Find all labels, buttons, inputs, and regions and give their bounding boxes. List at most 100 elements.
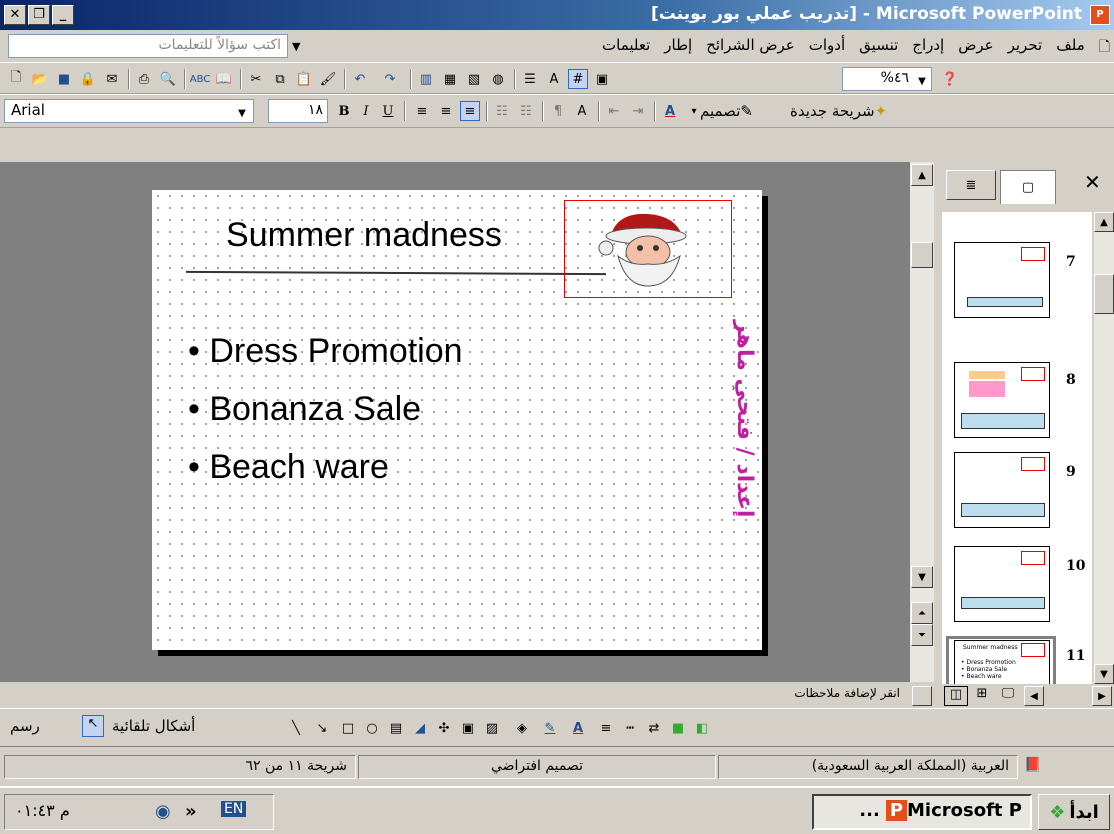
font-select[interactable]: Arial bbox=[4, 99, 254, 123]
scroll-up-button[interactable]: ▲ bbox=[1094, 212, 1114, 232]
fill-color-icon[interactable]: ◈ bbox=[512, 718, 532, 738]
slides-tab[interactable]: ▢ bbox=[1000, 170, 1056, 204]
new-slide-button[interactable]: ✦شريحة جديدة bbox=[790, 102, 887, 120]
input-language[interactable]: EN bbox=[221, 801, 247, 817]
underline-button[interactable]: U bbox=[378, 101, 398, 121]
select-objects-icon[interactable]: ↖ bbox=[82, 715, 104, 737]
permission-icon[interactable]: 🔒 bbox=[78, 69, 98, 89]
restore-button[interactable]: ❐ bbox=[28, 5, 50, 25]
next-slide-button[interactable]: ⏷ bbox=[911, 624, 933, 646]
ask-question-input[interactable]: اكتب سؤالاً للتعليمات bbox=[8, 34, 288, 58]
previous-slide-button[interactable]: ⏶ bbox=[911, 602, 933, 624]
slideshow-icon[interactable]: 🖵 bbox=[996, 686, 1020, 706]
help-icon[interactable]: ❓ bbox=[940, 69, 960, 89]
menu-slideshow[interactable]: عرض الشرائح bbox=[706, 36, 795, 60]
diagram-icon[interactable]: ✣ bbox=[434, 718, 454, 738]
align-center-icon[interactable]: ≡ bbox=[436, 101, 456, 121]
network-icon[interactable]: ◉ bbox=[155, 801, 171, 822]
cut-icon[interactable]: ✂ bbox=[246, 69, 266, 89]
powerpoint-icon[interactable]: P bbox=[1090, 5, 1110, 25]
doc-icon[interactable]: 🗋 bbox=[1099, 36, 1110, 60]
undo-icon[interactable]: ↶ bbox=[350, 69, 370, 89]
bullet-item[interactable]: • Beach ware bbox=[188, 448, 389, 487]
chevron-down-icon[interactable]: ▼ bbox=[292, 40, 300, 53]
menu-help[interactable]: تعليمات bbox=[602, 36, 650, 60]
bullets-icon[interactable]: ☷ bbox=[516, 101, 536, 121]
draw-menu[interactable]: رسم bbox=[10, 717, 40, 735]
scroll-thumb[interactable] bbox=[1094, 274, 1114, 314]
email-icon[interactable]: ✉ bbox=[102, 69, 122, 89]
increase-font-icon[interactable]: A bbox=[572, 101, 592, 121]
line-icon[interactable]: ╲ bbox=[286, 718, 306, 738]
menu-window[interactable]: إطار bbox=[664, 36, 692, 60]
new-icon[interactable]: 🗋 bbox=[6, 69, 26, 89]
thumbnail-slide-8[interactable] bbox=[954, 362, 1050, 438]
save-icon[interactable]: ■ bbox=[54, 69, 74, 89]
scroll-thumb[interactable] bbox=[911, 242, 933, 268]
normal-view-icon[interactable]: ◫ bbox=[944, 686, 968, 706]
italic-button[interactable]: I bbox=[356, 101, 376, 121]
show-formatting-icon[interactable]: A bbox=[544, 69, 564, 89]
clock[interactable]: م ٠١:٤٣ bbox=[15, 801, 70, 820]
tables-borders-icon[interactable]: ▧ bbox=[464, 69, 484, 89]
numbering-icon[interactable]: ☷ bbox=[492, 101, 512, 121]
scroll-left-button[interactable]: ◀ bbox=[1024, 686, 1044, 706]
insert-diagram-icon[interactable]: ◍ bbox=[488, 69, 508, 89]
scroll-right-button[interactable]: ▶ bbox=[1092, 686, 1112, 706]
chevron-down-icon[interactable]: ▼ bbox=[912, 71, 932, 91]
research-icon[interactable]: 📖 bbox=[214, 69, 234, 89]
menu-file[interactable]: ملف bbox=[1056, 36, 1085, 60]
rectangle-icon[interactable]: □ bbox=[338, 718, 358, 738]
print-icon[interactable]: ⎙ bbox=[134, 69, 154, 89]
open-icon[interactable]: 📂 bbox=[30, 69, 50, 89]
slide-title[interactable]: Summer madness bbox=[226, 216, 502, 255]
wordart-icon[interactable]: ◢ bbox=[410, 718, 430, 738]
outline-tab[interactable]: ≣ bbox=[946, 170, 996, 200]
font-size-select[interactable]: ١٨ bbox=[268, 99, 328, 123]
oval-icon[interactable]: ○ bbox=[362, 718, 382, 738]
menu-tools[interactable]: أدوات bbox=[809, 36, 845, 60]
align-right-icon[interactable]: ≡ bbox=[460, 101, 480, 121]
taskbar-powerpoint[interactable]: PMicrosoft P... bbox=[812, 794, 1032, 830]
line-style-icon[interactable]: ≡ bbox=[596, 718, 616, 738]
bold-button[interactable]: B bbox=[334, 101, 354, 121]
clipart-icon[interactable]: ▣ bbox=[458, 718, 478, 738]
picture-icon[interactable]: ▨ bbox=[482, 718, 502, 738]
expand-all-icon[interactable]: ☰ bbox=[520, 69, 540, 89]
author-vertical-text[interactable]: إعداد / فتحي ماهر bbox=[732, 320, 757, 517]
rtl-icon[interactable]: ¶ bbox=[548, 101, 568, 121]
bullet-item[interactable]: • Dress Promotion bbox=[188, 332, 463, 371]
format-painter-icon[interactable]: 🖌 bbox=[318, 69, 338, 89]
dash-style-icon[interactable]: ┅ bbox=[620, 718, 640, 738]
redo-icon[interactable]: ↷ bbox=[380, 69, 400, 89]
autoshapes-menu[interactable]: أشكال تلقائية bbox=[112, 717, 195, 735]
scroll-down-button[interactable]: ▼ bbox=[1094, 664, 1114, 684]
slide-sorter-icon[interactable]: ⊞ bbox=[970, 686, 994, 706]
menu-format[interactable]: تنسيق bbox=[859, 36, 898, 60]
scroll-down-button[interactable]: ▼ bbox=[911, 566, 933, 588]
shadow-icon[interactable]: ■ bbox=[668, 718, 688, 738]
paste-icon[interactable]: 📋 bbox=[294, 69, 314, 89]
scroll-up-button[interactable]: ▲ bbox=[911, 164, 933, 186]
minimize-button[interactable]: _ bbox=[52, 5, 74, 25]
show-hidden-icons[interactable]: » bbox=[185, 801, 197, 822]
increase-indent-icon[interactable]: ⇥ bbox=[628, 101, 648, 121]
close-button[interactable]: ✕ bbox=[4, 5, 26, 25]
menu-view[interactable]: عرض bbox=[958, 36, 993, 60]
menu-edit[interactable]: تحرير bbox=[1008, 36, 1043, 60]
align-left-icon[interactable]: ≡ bbox=[412, 101, 432, 121]
chevron-down-icon[interactable]: ▼ bbox=[232, 103, 252, 123]
insert-chart-icon[interactable]: ▥ bbox=[416, 69, 436, 89]
textbox-icon[interactable]: ▤ bbox=[386, 718, 406, 738]
pane-scrollbar[interactable]: ▲ ▼ bbox=[1094, 212, 1114, 684]
arrow-style-icon[interactable]: ⇄ bbox=[644, 718, 664, 738]
spelling-icon[interactable]: ABC bbox=[190, 69, 211, 89]
thumbnail-slide-9[interactable] bbox=[954, 452, 1050, 528]
notes-splitter[interactable] bbox=[912, 686, 932, 706]
font-color-icon[interactable]: A bbox=[660, 101, 680, 121]
thumbnail-slide-7[interactable] bbox=[954, 242, 1050, 318]
bullet-item[interactable]: • Bonanza Sale bbox=[188, 390, 421, 429]
santa-clipart[interactable] bbox=[596, 208, 692, 288]
vertical-scrollbar[interactable]: ▲ ▼ ⏶ ⏷ bbox=[910, 162, 934, 682]
thumbnail-slide-10[interactable] bbox=[954, 546, 1050, 622]
